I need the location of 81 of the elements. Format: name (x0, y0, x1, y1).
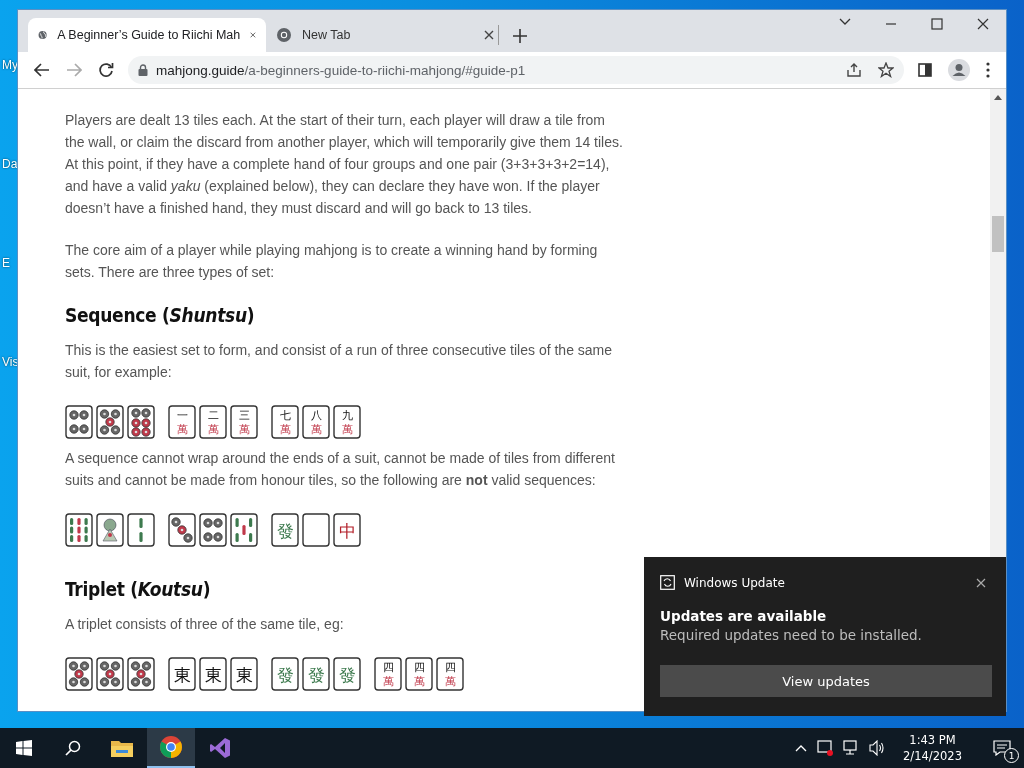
mahjong-tile: 九 萬 (333, 405, 361, 439)
mahjong-tile (96, 513, 124, 547)
mahjong-tile: 二 萬 (199, 405, 227, 439)
tab-title: A Beginner’s Guide to Riichi Mah (57, 28, 241, 42)
mahjong-tile: 發 (271, 513, 299, 547)
app-name: Windows Update (684, 575, 785, 590)
view-updates-button[interactable]: View updates (660, 665, 992, 697)
chrome-icon (276, 27, 292, 43)
paragraph: A sequence cannot wrap around the ends of a suit, cannot be made of tiles from different suits and cannot be made from honour tiles, so the following are not valid sequences: (65, 449, 616, 490)
notification-message: Required updates need to be installed. (660, 627, 923, 643)
menu-icon[interactable] (986, 62, 990, 78)
chrome-logo-icon[interactable] (160, 736, 182, 758)
scrollbar-thumb[interactable] (992, 216, 1004, 252)
mahjong-tile (199, 513, 227, 547)
tab-title: New Tab (302, 28, 351, 42)
mahjong-tile: 中 (333, 513, 361, 547)
section-heading: Triplet (Koutsu) (65, 577, 211, 602)
back-arrow-icon[interactable] (34, 63, 50, 77)
plus-icon[interactable] (513, 29, 527, 43)
mahjong-tile: 發 (271, 657, 299, 691)
chevron-up-icon[interactable] (795, 744, 808, 752)
profile-icon[interactable] (948, 59, 970, 81)
mahjong-tile (230, 513, 258, 547)
maximize-icon[interactable] (931, 18, 943, 30)
notification-icon[interactable] (993, 740, 1011, 756)
mahjong-tile: 八 萬 (302, 405, 330, 439)
close-icon[interactable] (977, 18, 989, 30)
network-icon[interactable] (843, 740, 860, 756)
mahjong-tile (65, 405, 93, 439)
chevron-down-icon[interactable] (839, 18, 851, 26)
share-icon[interactable] (846, 62, 862, 78)
mahjong-tile (96, 405, 124, 439)
mahjong-tile: 七 萬 (271, 405, 299, 439)
alert-monitor-icon[interactable] (817, 740, 834, 756)
infinity-ribbon-icon[interactable] (209, 737, 231, 759)
section-heading: Sequence (Shuntsu) (65, 303, 255, 328)
mahjong-tile: 東 (168, 657, 196, 691)
clock-date: 2/14/2023 (903, 748, 962, 764)
search-icon[interactable] (65, 740, 81, 756)
mahjong-tile: 四 萬 (374, 657, 402, 691)
mahjong-tile: 四 萬 (436, 657, 464, 691)
mahjong-tile: 發 (302, 657, 330, 691)
mahjong-tile (65, 513, 93, 547)
mahjong-tile: 發 (333, 657, 361, 691)
mahjong-tile (65, 657, 93, 691)
speaker-icon[interactable] (869, 740, 886, 756)
windows-start-icon[interactable] (16, 740, 32, 756)
address-bar[interactable]: mahjong.guide/a-beginners-guide-to-riichi-mahjong/#guide-p1 (128, 56, 904, 84)
mahjong-tile: 東 (199, 657, 227, 691)
close-icon[interactable] (484, 30, 494, 40)
paragraph: This is the easiest set to form, and consist of a run of three consecutive tiles of the same suit, for example: (65, 341, 614, 382)
update-icon (660, 575, 675, 590)
taskbar-app[interactable] (147, 728, 195, 768)
paragraph: A triplet consists of three of the same tile, eg: (65, 615, 345, 634)
mahjong-tile (127, 513, 155, 547)
notification-count-badge: 1 (1004, 748, 1019, 763)
paragraph: The core aim of a player while playing mahjong is to create a winning hand by forming sets. There are three types of set: (65, 241, 599, 282)
browser-tab[interactable]: New Tab (266, 18, 504, 52)
url-text: mahjong.guide/a-beginners-guide-to-riichi-mahjong/#guide-p1 (156, 62, 526, 78)
close-icon[interactable] (976, 577, 986, 588)
mahjong-tile: 三 萬 (230, 405, 258, 439)
close-icon[interactable] (250, 30, 256, 40)
reload-icon[interactable] (98, 62, 114, 78)
mahjong-tile: 東 (230, 657, 258, 691)
mahjong-tile (96, 657, 124, 691)
mahjong-tile: 一 萬 (168, 405, 196, 439)
mahjong-tile (127, 405, 155, 439)
clock[interactable]: 1:43 PM 2/14/2023 (903, 732, 962, 764)
side-panel-icon[interactable] (918, 63, 932, 77)
paragraph: Players are dealt 13 tiles each. At the start of their turn, each player will draw a tile from the wall, or claim the discard from another player, which will temporarily give them 14 tiles. At this point, if they have a complete hand of four groups and one pair (3+3+3+3+2=14), and have a valid yaku (explained below), they can declare they have won. If the player doesn’t have a finished hand, they must discard and will go back to 13 tiles. (65, 111, 624, 218)
browser-tab[interactable]: A Beginner’s Guide to Riichi Mah (28, 18, 266, 52)
notification-title: Updates are available (660, 608, 828, 624)
mahjong-tile (302, 513, 330, 547)
mahjong-tile (127, 657, 155, 691)
mahjong-tile (168, 513, 196, 547)
scroll-up-icon[interactable] (994, 95, 1002, 100)
mahjong-tile: 四 萬 (405, 657, 433, 691)
folder-icon[interactable] (111, 739, 133, 757)
clock-time: 1:43 PM (909, 732, 956, 748)
lock-icon (138, 64, 148, 76)
star-icon[interactable] (878, 62, 894, 78)
